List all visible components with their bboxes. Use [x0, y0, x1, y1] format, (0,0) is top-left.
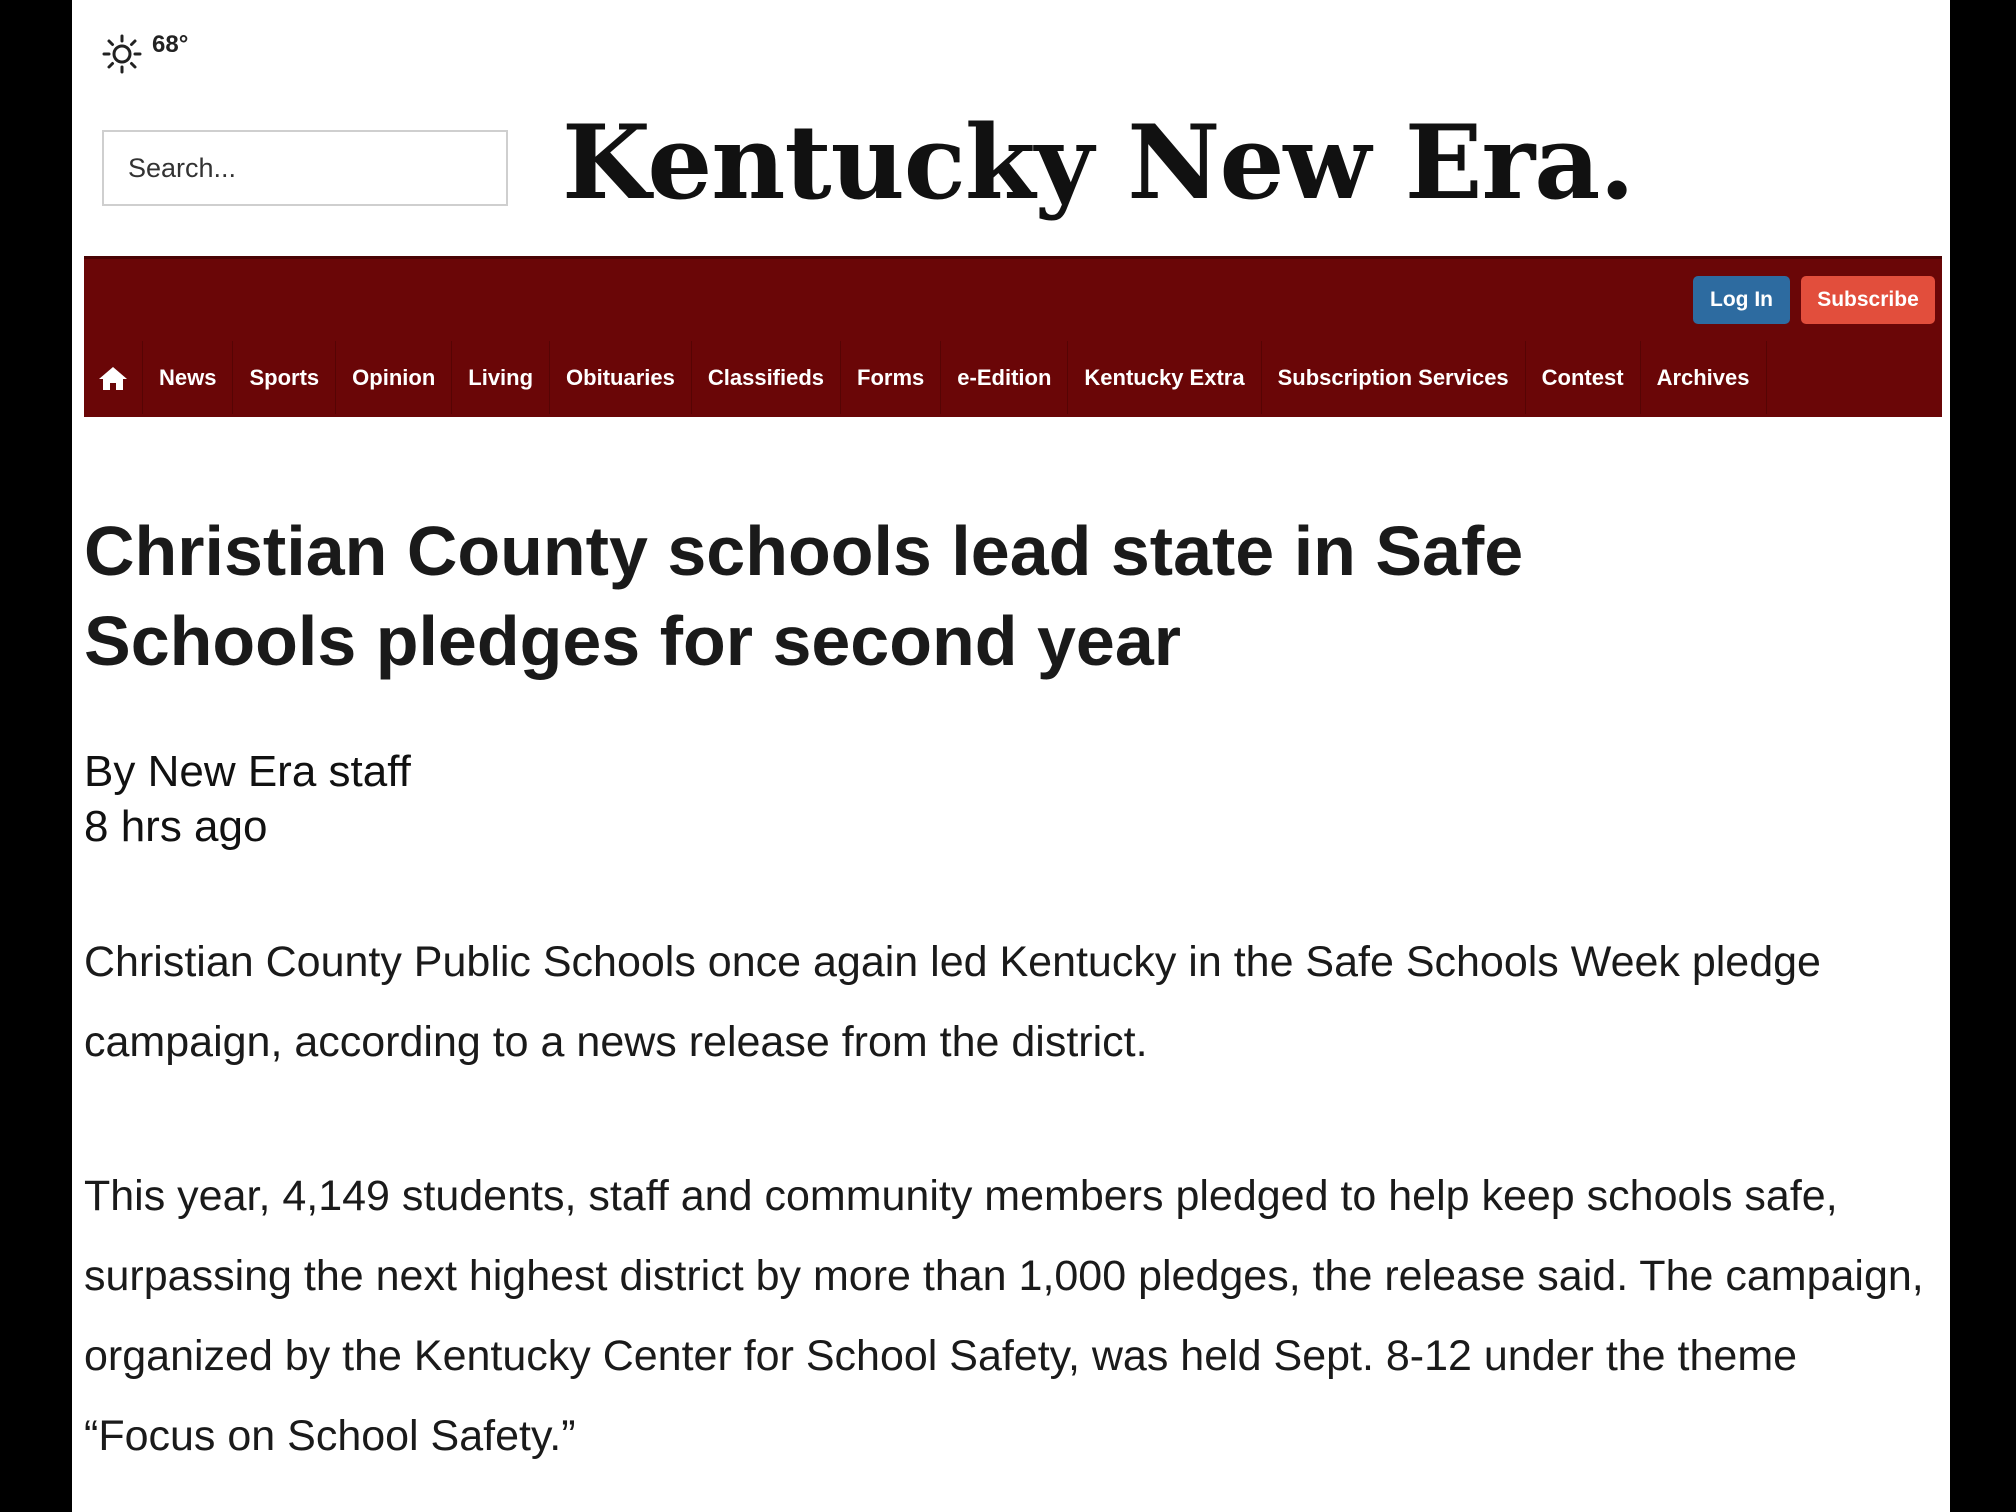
nav-item-kentucky-extra[interactable]: Kentucky Extra — [1068, 341, 1262, 414]
nav-item-subscription-services[interactable]: Subscription Services — [1262, 341, 1526, 414]
nav-home[interactable] — [84, 341, 143, 414]
home-icon — [99, 366, 127, 390]
nav-item-sports[interactable]: Sports — [233, 341, 337, 414]
search-input[interactable] — [102, 130, 508, 206]
site-logo[interactable]: Kentucky New Era. — [562, 98, 1635, 228]
nav-links: News Sports Opinion Living Obituaries Cl… — [84, 341, 1767, 414]
nav-item-classifieds[interactable]: Classifieds — [692, 341, 842, 414]
nav-item-news[interactable]: News — [143, 341, 234, 414]
main-navigation: Log In Subscribe News Sports Opinion Liv… — [84, 256, 1942, 417]
nav-item-forms[interactable]: Forms — [841, 341, 942, 414]
article-meta: By New Era staff 8 hrs ago — [84, 744, 411, 854]
login-button[interactable]: Log In — [1693, 276, 1790, 324]
nav-item-living[interactable]: Living — [452, 341, 551, 414]
article-paragraph: Christian County Public Schools once aga… — [84, 938, 1821, 1066]
article-headline: Christian County schools lead state in S… — [84, 512, 1524, 680]
weather-widget[interactable]: 68° — [100, 30, 188, 74]
article-byline[interactable]: By New Era staff — [84, 744, 411, 799]
page: 68° Kentucky New Era. Log In Subscribe N… — [72, 0, 1950, 1512]
weather-temperature: 68° — [152, 31, 189, 58]
article-paragraph: This year, 4,149 students, staff and com… — [84, 1172, 1924, 1460]
article-timestamp: 8 hrs ago — [84, 802, 268, 851]
nav-item-e-edition[interactable]: e-Edition — [941, 341, 1069, 414]
nav-item-obituaries[interactable]: Obituaries — [550, 341, 692, 414]
subscribe-button[interactable]: Subscribe — [1801, 276, 1935, 324]
nav-item-opinion[interactable]: Opinion — [336, 341, 453, 414]
nav-item-contest[interactable]: Contest — [1526, 341, 1641, 414]
sun-icon — [102, 34, 142, 74]
nav-item-archives[interactable]: Archives — [1641, 341, 1767, 414]
